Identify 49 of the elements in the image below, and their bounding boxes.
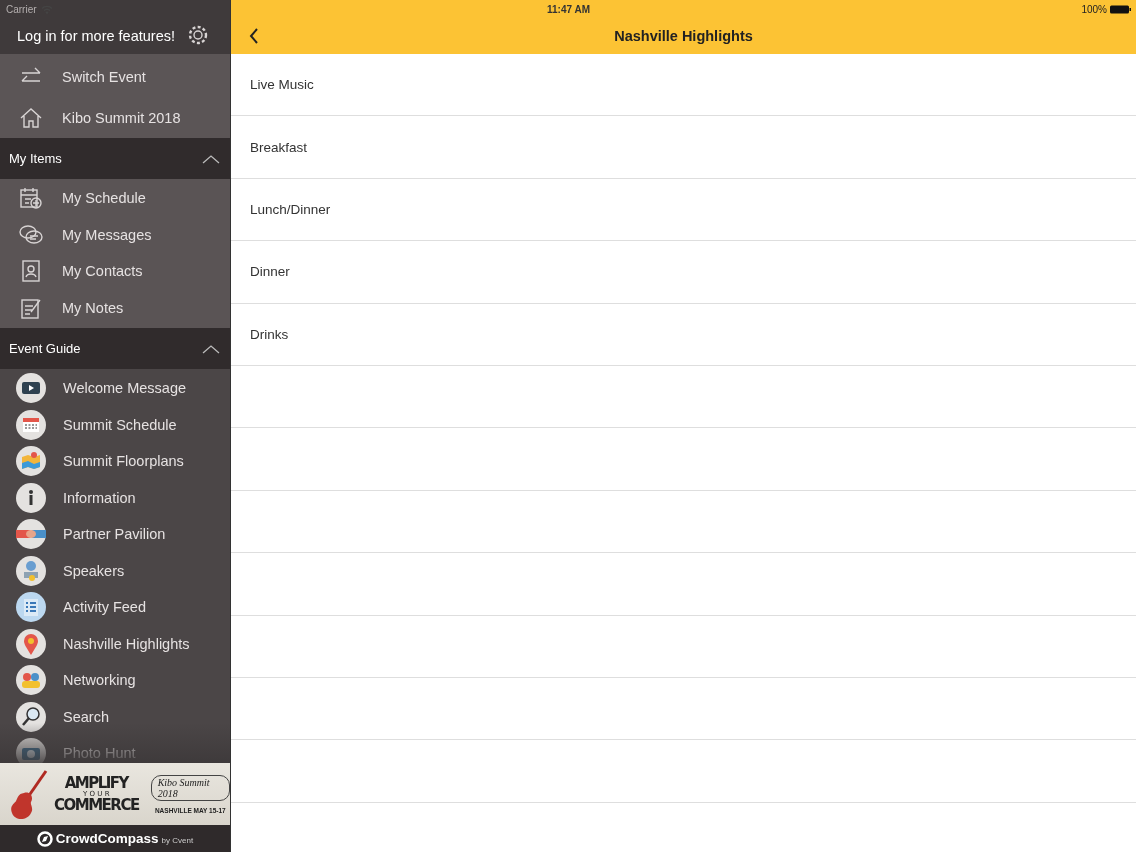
menu-item[interactable]: Information bbox=[0, 479, 230, 516]
list-item[interactable]: Breakfast bbox=[250, 139, 308, 155]
menu-item[interactable]: Partner Pavilion bbox=[0, 516, 230, 553]
event-logo-text: Kibo Summit 2018 bbox=[150, 774, 230, 801]
list-item[interactable]: Dinner bbox=[250, 264, 290, 280]
chat-bubbles-icon bbox=[19, 222, 43, 247]
battery-percent: 100% bbox=[1081, 3, 1107, 15]
contact-book-icon bbox=[19, 259, 43, 284]
list-item[interactable]: Lunch/Dinner bbox=[250, 201, 331, 217]
page-title: Nashville Highlights bbox=[614, 27, 753, 44]
menu-item[interactable]: My Notes bbox=[0, 289, 230, 326]
battery-icon bbox=[1110, 4, 1132, 14]
menu-item[interactable]: Switch Event bbox=[0, 56, 230, 97]
menu-item[interactable]: My Messages bbox=[0, 216, 230, 253]
house-icon bbox=[19, 105, 43, 130]
section-header[interactable]: My Items bbox=[0, 138, 230, 179]
section-header[interactable]: Event Guide bbox=[0, 328, 230, 369]
magnifier-icon bbox=[16, 701, 46, 732]
banner-headline: COMMERCE bbox=[54, 797, 139, 813]
map-icon bbox=[16, 446, 46, 477]
menu-item[interactable]: Kibo Summit 2018 bbox=[0, 97, 230, 138]
menu-item[interactable]: Search bbox=[0, 698, 230, 735]
menu-item[interactable]: Activity Feed bbox=[0, 589, 230, 626]
info-icon bbox=[16, 482, 46, 513]
menu-item[interactable]: Speakers bbox=[0, 552, 230, 589]
settings-icon bbox=[187, 24, 209, 46]
calendar-icon bbox=[19, 186, 43, 211]
video-icon bbox=[16, 373, 46, 404]
calendar-icon bbox=[16, 409, 46, 440]
compass-icon bbox=[36, 830, 53, 847]
menu-item[interactable]: Welcome Message bbox=[0, 370, 230, 407]
clock-time: 11:47 AM bbox=[547, 3, 590, 15]
handshake-icon bbox=[16, 519, 46, 550]
menu-item[interactable]: My Contacts bbox=[0, 253, 230, 290]
menu-item[interactable]: Summit Floorplans bbox=[0, 443, 230, 480]
brand-logo-text: CrowdCompass bbox=[55, 831, 159, 846]
menu-item[interactable]: Summit Schedule bbox=[0, 406, 230, 443]
menu-item[interactable]: Nashville Highlights bbox=[0, 625, 230, 662]
person-icon bbox=[16, 555, 46, 586]
brand-byline: by Cvent bbox=[161, 836, 194, 845]
map-pin-icon bbox=[16, 628, 46, 659]
menu-item[interactable]: Networking bbox=[0, 662, 230, 699]
people-icon bbox=[16, 665, 46, 696]
list-item[interactable]: Live Music bbox=[250, 77, 314, 93]
list-item[interactable]: Drinks bbox=[250, 326, 289, 342]
carrier-label: Carrier bbox=[6, 3, 37, 15]
banner-headline: AMPLIFY bbox=[64, 775, 128, 791]
list-icon bbox=[16, 592, 46, 623]
menu-item[interactable]: My Schedule bbox=[0, 180, 230, 217]
